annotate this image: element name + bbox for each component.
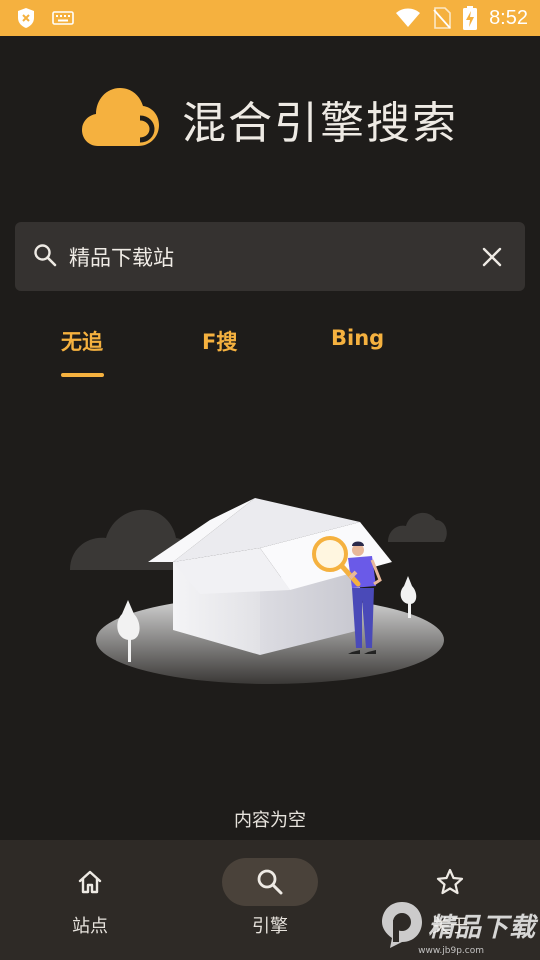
- cloud-logo-icon: [82, 86, 160, 152]
- watermark-text: 精品下载: [427, 912, 536, 943]
- search-icon: [33, 243, 57, 271]
- search-input[interactable]: 精品下载站: [69, 242, 477, 272]
- watermark: 精品下载 www.jb9p.com: [380, 900, 536, 956]
- home-icon: [78, 870, 102, 894]
- watermark-url: www.jb9p.com: [418, 946, 484, 956]
- no-sim-icon: [433, 7, 451, 29]
- tab-bing[interactable]: Bing: [331, 326, 384, 350]
- tab-wuzhui[interactable]: 无追: [61, 326, 103, 356]
- nav-label-engines: 引擎: [252, 916, 288, 937]
- empty-state-text: 内容为空: [234, 810, 306, 831]
- wifi-icon: [395, 8, 421, 28]
- empty-box-illustration: [60, 490, 460, 700]
- nav-icon-container: [402, 858, 498, 906]
- close-icon: [482, 247, 502, 266]
- shield-x-icon: [16, 7, 36, 29]
- nav-icon-container: [42, 858, 138, 906]
- status-bar: 8:52: [0, 0, 540, 36]
- tab-fsou[interactable]: F搜: [202, 326, 237, 356]
- search-icon: [257, 869, 283, 895]
- bottom-navigation: 站点 引擎 关于 精品下载 www.jb9p.com: [0, 840, 540, 960]
- nav-item-sites[interactable]: 站点: [0, 840, 180, 960]
- app-header: 混合引擎搜索: [0, 86, 540, 152]
- app-title: 混合引擎搜索: [182, 98, 458, 149]
- engine-tabs: 无追 F搜 Bing: [0, 326, 540, 382]
- nav-item-engines[interactable]: 引擎: [180, 840, 360, 960]
- keyboard-icon: [52, 11, 74, 25]
- watermark-logo-icon: [381, 902, 422, 948]
- active-tab-indicator: [61, 373, 104, 377]
- status-time: 8:52: [489, 6, 528, 29]
- nav-label-sites: 站点: [72, 916, 108, 937]
- star-icon: [436, 868, 464, 895]
- clear-search-button[interactable]: [477, 242, 507, 272]
- battery-charging-icon: [463, 6, 478, 30]
- nav-active-pill: [222, 858, 318, 906]
- search-bar[interactable]: 精品下载站: [15, 222, 525, 291]
